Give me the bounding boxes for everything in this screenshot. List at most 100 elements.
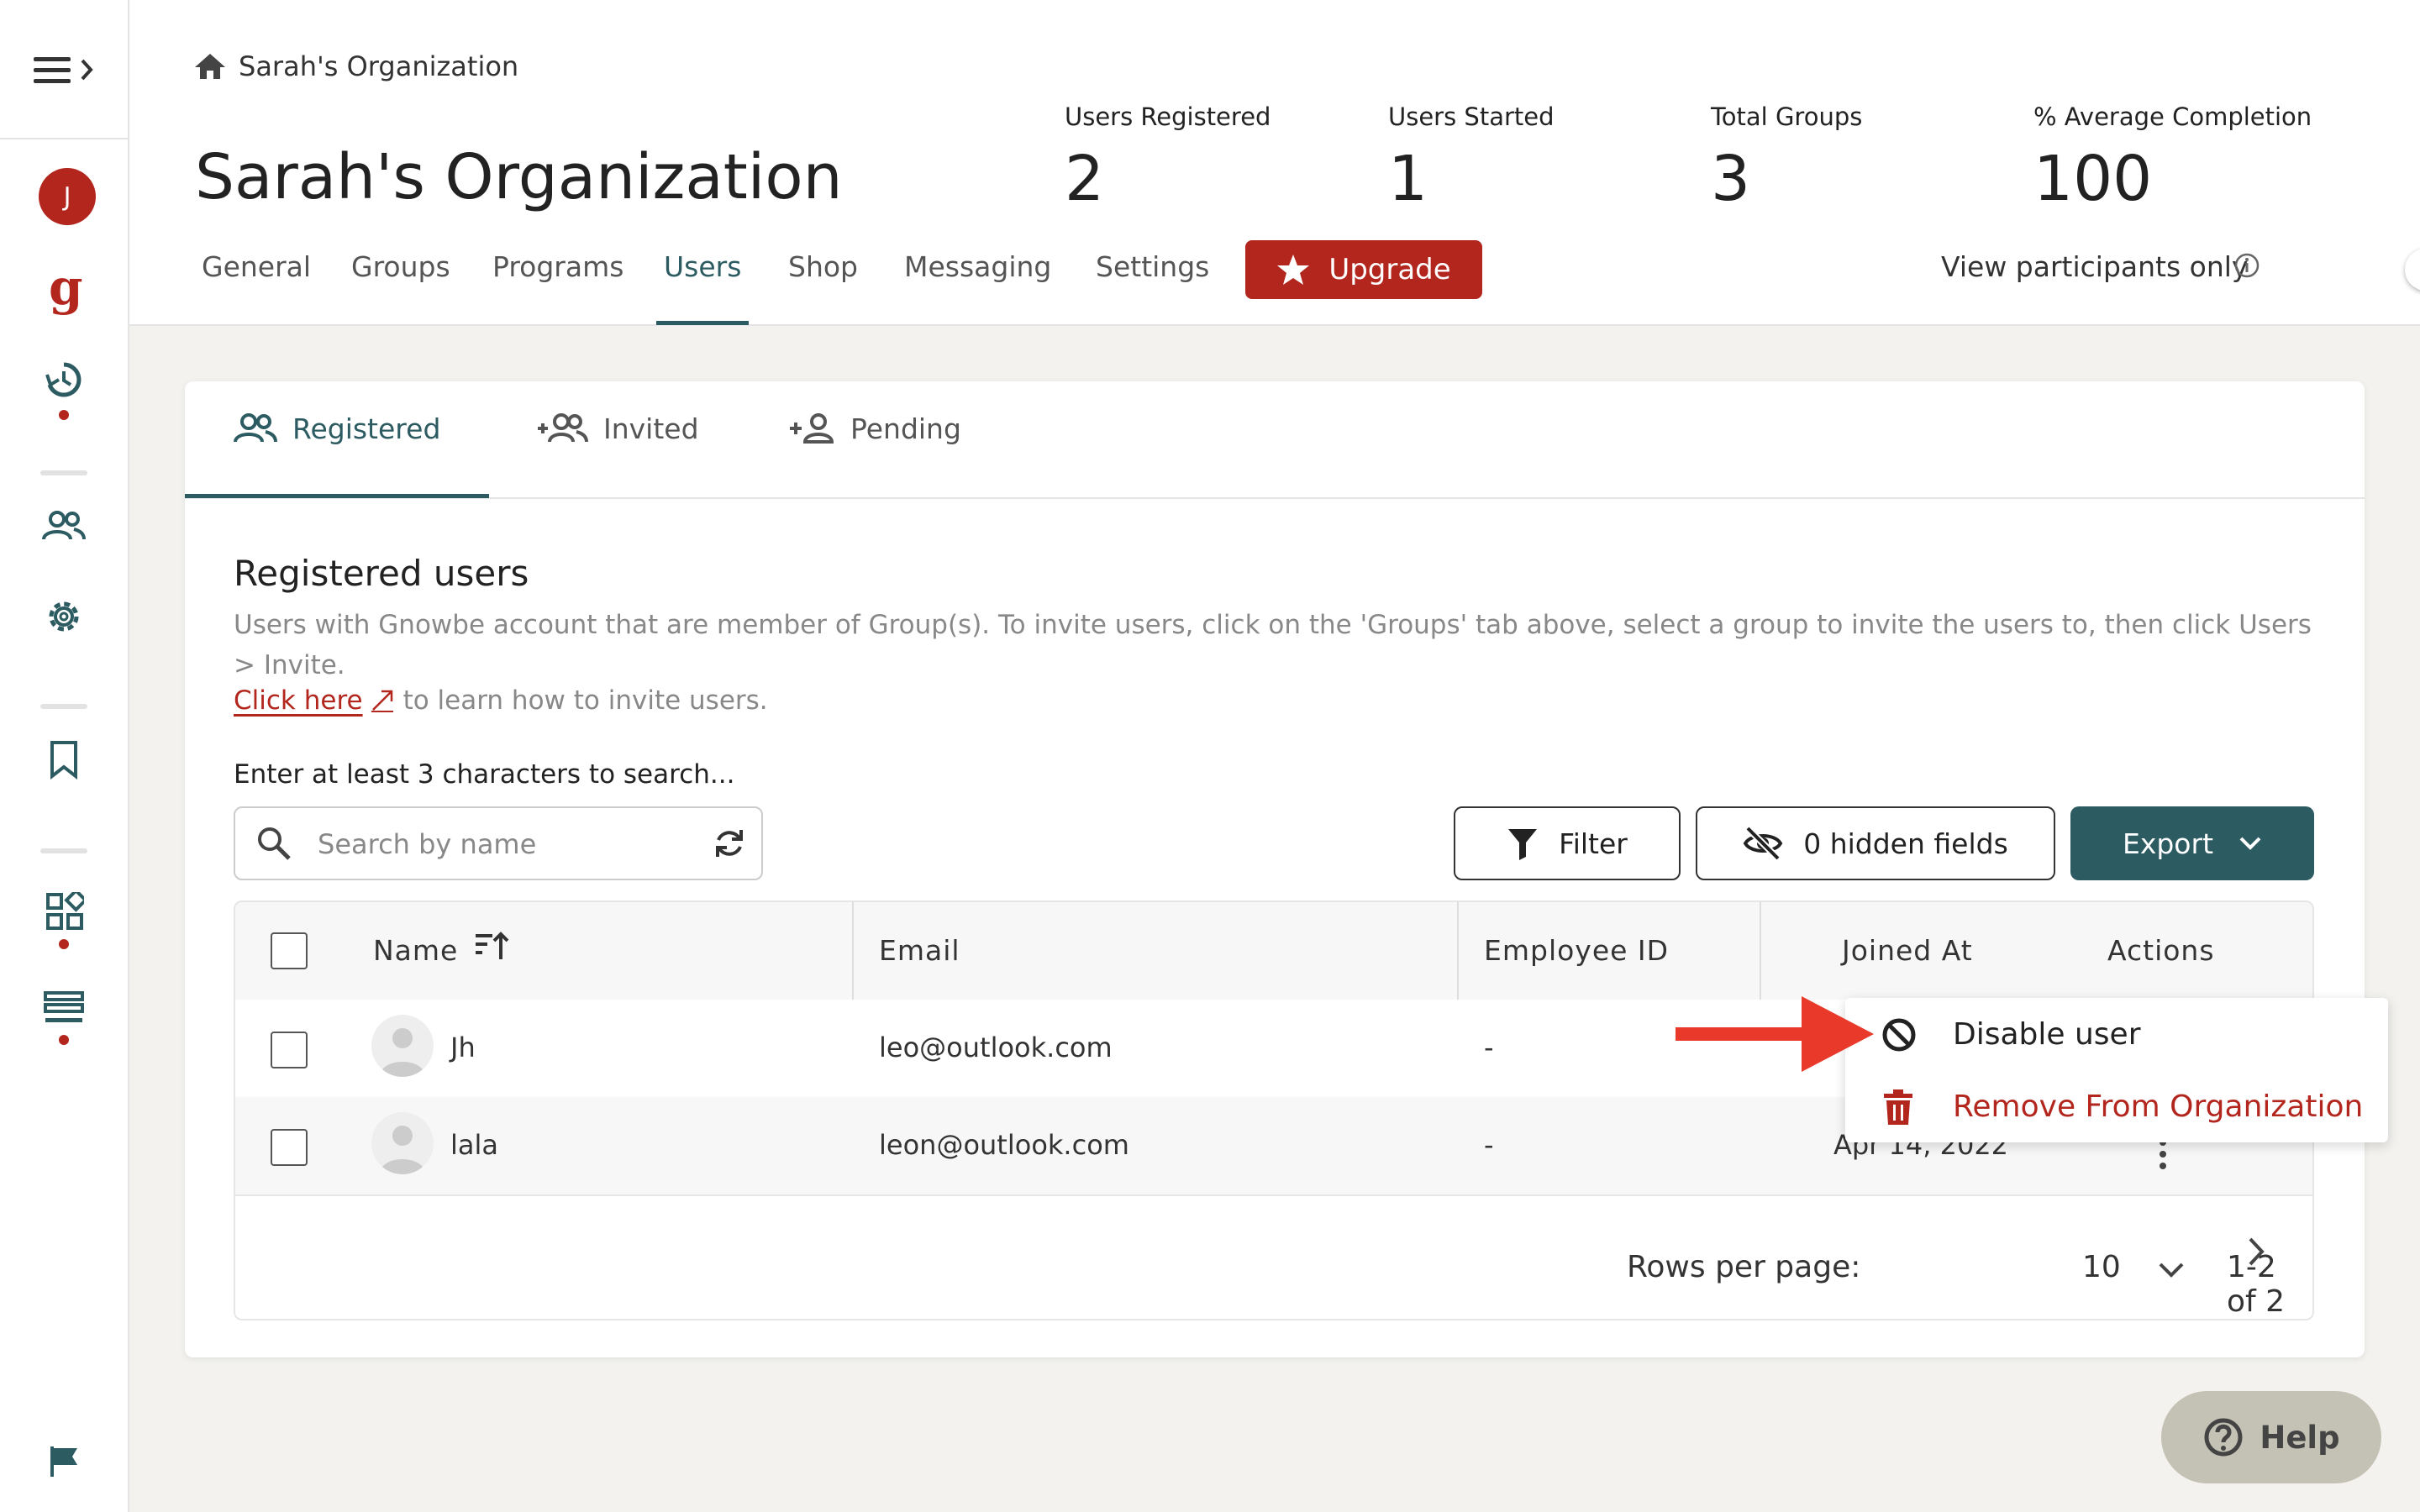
tab-shop[interactable]: Shop bbox=[788, 250, 858, 283]
chevron-down-icon[interactable] bbox=[2158, 1262, 2185, 1278]
gnowbe-logo[interactable]: g bbox=[49, 262, 83, 312]
home-icon[interactable] bbox=[193, 52, 227, 81]
tab-settings[interactable]: Settings bbox=[1096, 250, 1209, 283]
help-link-row: Click here to learn how to invite users. bbox=[234, 685, 768, 716]
history-dot bbox=[59, 410, 69, 420]
hidden-fields-button[interactable]: 0 hidden fields bbox=[1696, 806, 2055, 880]
sidebar-divider bbox=[0, 138, 128, 139]
sidebar-separator bbox=[40, 848, 87, 853]
breadcrumb-text[interactable]: Sarah's Organization bbox=[239, 50, 518, 82]
subtab-pending[interactable]: Pending bbox=[788, 412, 961, 445]
page-title: Sarah's Organization bbox=[195, 141, 843, 213]
subtab-invited[interactable]: Invited bbox=[536, 412, 699, 445]
row-name: Jh bbox=[450, 1032, 476, 1063]
row-email: leo@outlook.com bbox=[879, 1032, 1113, 1063]
sidebar-separator bbox=[40, 704, 87, 709]
avatar-initial: J bbox=[63, 181, 71, 212]
stat-users-started-label: Users Started bbox=[1388, 102, 1555, 131]
more-actions-icon[interactable] bbox=[2158, 1137, 2168, 1171]
list-icon[interactable] bbox=[44, 991, 84, 1025]
list-dot bbox=[59, 1035, 69, 1045]
remove-from-org-label: Remove From Organization bbox=[1953, 1089, 2364, 1124]
bookmark-icon[interactable] bbox=[49, 739, 79, 780]
filter-label: Filter bbox=[1559, 827, 1628, 860]
stat-avg-completion-value: 100 bbox=[2033, 143, 2153, 215]
people-icon[interactable] bbox=[42, 509, 86, 543]
row-name: lala bbox=[450, 1129, 498, 1161]
row-employee-id: - bbox=[1484, 1129, 1494, 1161]
dashboard-icon[interactable] bbox=[45, 892, 84, 931]
view-participants-label: View participants only bbox=[1941, 250, 2249, 283]
subtab-registered[interactable]: Registered bbox=[234, 412, 440, 445]
sidebar-separator bbox=[40, 470, 87, 475]
trash-icon bbox=[1882, 1089, 1914, 1126]
upgrade-button[interactable]: Upgrade bbox=[1245, 240, 1482, 299]
tab-users[interactable]: Users bbox=[664, 250, 741, 283]
chevron-down-icon bbox=[2238, 836, 2262, 851]
gear-icon[interactable] bbox=[44, 596, 84, 637]
column-employee-id[interactable]: Employee ID bbox=[1484, 934, 1669, 967]
eye-off-icon bbox=[1743, 827, 1783, 860]
search-box bbox=[234, 806, 763, 880]
filter-button[interactable]: Filter bbox=[1454, 806, 1681, 880]
history-icon[interactable] bbox=[44, 360, 84, 400]
column-divider[interactable] bbox=[852, 902, 854, 1000]
table-header: Name Email Employee ID Joined At Actions bbox=[235, 902, 2312, 1000]
chevron-right-icon[interactable] bbox=[2247, 1236, 2265, 1267]
column-name[interactable]: Name bbox=[373, 934, 458, 967]
tab-programs[interactable]: Programs bbox=[492, 250, 623, 283]
stat-users-registered-value: 2 bbox=[1065, 143, 1105, 215]
tab-general[interactable]: General bbox=[202, 250, 311, 283]
column-joined-at[interactable]: Joined At bbox=[1842, 934, 1973, 967]
search-input[interactable] bbox=[316, 823, 689, 865]
subtab-pending-label: Pending bbox=[850, 412, 961, 445]
help-button[interactable]: Help bbox=[2161, 1391, 2381, 1483]
active-subtab-indicator bbox=[185, 494, 489, 498]
search-hint: Enter at least 3 characters to search... bbox=[234, 759, 735, 790]
row-employee-id: - bbox=[1484, 1032, 1494, 1063]
disable-user-menu-item[interactable]: Disable user bbox=[1845, 1000, 2388, 1068]
flag-icon[interactable] bbox=[49, 1445, 81, 1478]
column-divider[interactable] bbox=[1760, 902, 1761, 1000]
row-checkbox[interactable] bbox=[271, 1032, 308, 1068]
active-tab-indicator bbox=[656, 321, 749, 325]
export-button[interactable]: Export bbox=[2070, 806, 2314, 880]
view-participants-toggle[interactable] bbox=[2405, 249, 2420, 291]
select-all-checkbox[interactable] bbox=[271, 932, 308, 969]
subtabs-divider bbox=[185, 497, 2365, 499]
refresh-icon[interactable] bbox=[713, 827, 746, 860]
stat-total-groups-label: Total Groups bbox=[1711, 102, 1863, 131]
disable-user-label: Disable user bbox=[1953, 1016, 2141, 1052]
column-divider[interactable] bbox=[1457, 902, 1459, 1000]
toggle-knob bbox=[2405, 249, 2420, 291]
menu-expand-icon[interactable] bbox=[34, 54, 96, 87]
sort-icon[interactable] bbox=[474, 927, 511, 964]
external-link-icon[interactable] bbox=[370, 688, 395, 713]
sidebar: J g bbox=[0, 0, 129, 1512]
click-here-link[interactable]: Click here bbox=[234, 685, 363, 716]
user-avatar[interactable]: J bbox=[39, 168, 96, 225]
row-checkbox[interactable] bbox=[271, 1129, 308, 1166]
subtab-registered-label: Registered bbox=[292, 412, 441, 445]
users-card: Registered Invited Pending Registered us… bbox=[185, 381, 2365, 1357]
star-icon bbox=[1276, 254, 1310, 286]
tab-groups[interactable]: Groups bbox=[351, 250, 450, 283]
breadcrumb[interactable]: Sarah's Organization bbox=[193, 50, 518, 82]
export-label: Export bbox=[2122, 827, 2214, 860]
stat-users-started-value: 1 bbox=[1388, 143, 1428, 215]
tab-messaging[interactable]: Messaging bbox=[904, 250, 1051, 283]
info-icon[interactable] bbox=[2233, 252, 2260, 279]
row-actions-menu: Disable user Remove From Organization bbox=[1845, 998, 2388, 1142]
link-suffix: to learn how to invite users. bbox=[402, 685, 768, 716]
dashboard-dot bbox=[59, 939, 69, 949]
rows-per-page-select[interactable]: 10 bbox=[2082, 1250, 2121, 1284]
stat-total-groups-value: 3 bbox=[1711, 143, 1751, 215]
stat-avg-completion-label: % Average Completion bbox=[2033, 102, 2312, 131]
avatar bbox=[371, 1015, 434, 1077]
search-icon bbox=[255, 825, 292, 862]
annotation-arrow-icon bbox=[1676, 996, 1877, 1072]
column-email[interactable]: Email bbox=[879, 934, 960, 967]
help-label: Help bbox=[2260, 1419, 2340, 1456]
pagination-range: 1-2 of 2 bbox=[2227, 1250, 2286, 1319]
remove-from-org-menu-item[interactable]: Remove From Organization bbox=[1845, 1072, 2388, 1141]
